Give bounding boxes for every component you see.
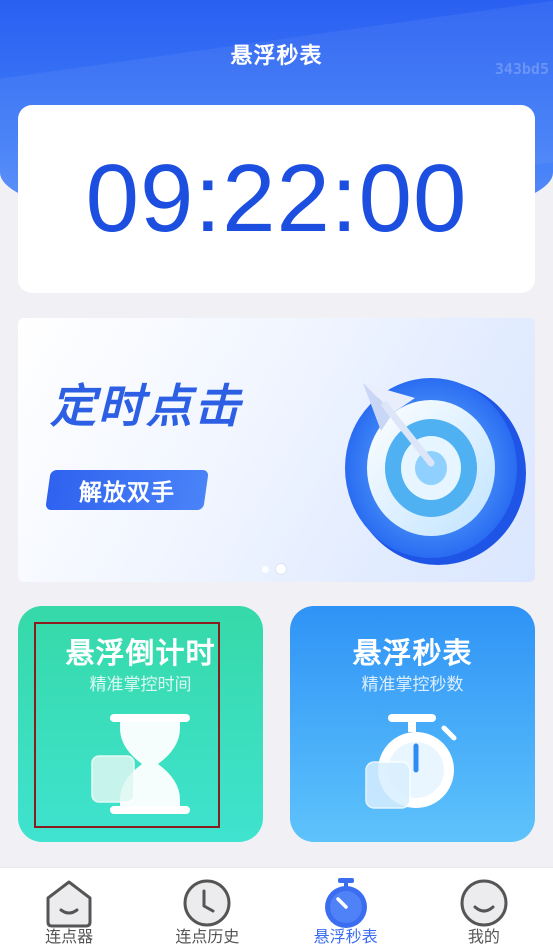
profile-icon (460, 879, 508, 927)
banner-button[interactable]: 解放双手 (45, 470, 209, 510)
tab-stopwatch[interactable]: 悬浮秒表 (277, 868, 415, 951)
clock-display: 09:22:00 (85, 145, 468, 252)
page-title: 悬浮秒表 (230, 44, 323, 69)
hourglass-icon (91, 714, 190, 814)
tab-clicker-label: 连点器 (45, 927, 94, 946)
countdown-subtitle: 精准掌控时间 (89, 675, 192, 695)
tab-history-label: 连点历史 (175, 927, 240, 946)
stopwatch-subtitle: 精准掌控秒数 (361, 675, 464, 695)
pagination-dot-active[interactable] (276, 564, 286, 574)
home-icon (46, 880, 92, 928)
banner-button-label: 解放双手 (79, 480, 175, 506)
countdown-card[interactable]: 悬浮倒计时 精准掌控时间 (18, 606, 263, 842)
stopwatch-icon (365, 714, 457, 809)
stopwatch-icon (324, 878, 367, 928)
promo-banner[interactable]: 定时点击 解放双手 (18, 318, 535, 582)
stopwatch-title: 悬浮秒表 (352, 636, 473, 670)
banner-title: 定时点击 (50, 379, 242, 433)
clock-card: 09:22:00 (18, 105, 535, 293)
tab-profile[interactable]: 我的 (415, 868, 553, 951)
stopwatch-card[interactable]: 悬浮秒表 精准掌控秒数 (290, 606, 535, 842)
clock-icon (183, 879, 231, 927)
tab-profile-label: 我的 (467, 927, 500, 946)
pagination-dot[interactable] (262, 565, 269, 573)
tab-clicker[interactable]: 连点器 (0, 868, 138, 951)
tab-stopwatch-label: 悬浮秒表 (313, 927, 378, 946)
banner-pagination (262, 564, 286, 574)
target-arrow-icon (345, 378, 526, 565)
bottom-tab-bar: 连点器 连点历史 悬浮秒表 我的 (0, 867, 553, 951)
watermark: 343bd5 (494, 60, 549, 78)
tab-history[interactable]: 连点历史 (138, 868, 276, 951)
countdown-title: 悬浮倒计时 (65, 636, 216, 670)
